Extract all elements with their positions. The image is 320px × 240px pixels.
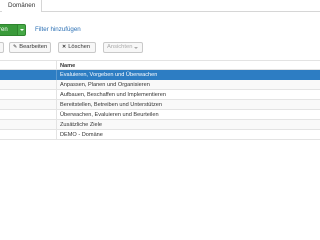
table-header: Name [0, 60, 320, 71]
x-icon: ✕ [62, 44, 67, 50]
chevron-down-icon [134, 47, 138, 49]
table-row[interactable]: Aufbauen, Beschaffen und Implementieren [0, 90, 320, 100]
row-name-cell: DEMO - Domäne [60, 132, 103, 138]
pencil-icon: ✎ [13, 44, 18, 50]
delete-button[interactable]: ✕ Löschen [58, 42, 96, 53]
column-divider [56, 90, 57, 100]
column-divider [56, 70, 57, 80]
edit-button-label: Bearbeiten [19, 44, 48, 50]
delete-button-label: Löschen [68, 44, 91, 50]
edit-button[interactable]: ✎ Bearbeiten [9, 42, 51, 53]
add-button[interactable]: ren [0, 24, 18, 36]
table-row[interactable]: Evaluieren, Vorgeben und Überwachen [0, 70, 320, 80]
add-dropdown-toggle[interactable] [17, 24, 26, 36]
views-dropdown-label: Ansichten [107, 44, 133, 50]
table-body: Evaluieren, Vorgeben und Überwachen Anpas… [0, 70, 320, 140]
table-row[interactable]: Überwachen, Evaluieren und Beurteilen [0, 110, 320, 120]
previous-button[interactable] [0, 42, 4, 53]
row-name-cell: Anpassen, Planen und Organisieren [60, 82, 150, 88]
tab-domaenen[interactable]: Domänen [2, 0, 43, 12]
row-name-cell: Aufbauen, Beschaffen und Implementieren [60, 92, 166, 98]
row-name-cell: Bereitstellen, Betreiben und Unterstütze… [60, 102, 162, 108]
views-dropdown[interactable]: Ansichten [103, 42, 143, 53]
column-divider [56, 100, 57, 110]
add-filter-link[interactable]: Filter hinzufügen [35, 24, 81, 36]
table-row[interactable]: Anpassen, Planen und Organisieren [0, 80, 320, 90]
table-row[interactable]: Bereitstellen, Betreiben und Unterstütze… [0, 100, 320, 110]
row-name-cell: Überwachen, Evaluieren und Beurteilen [60, 112, 159, 118]
action-toolbar: ✎ Bearbeiten ✕ Löschen Ansichten [0, 42, 320, 54]
tab-bar: Domänen [0, 0, 320, 12]
column-divider [56, 80, 57, 90]
domains-table: Name Evaluieren, Vorgeben und Überwachen… [0, 60, 320, 140]
column-divider [56, 120, 57, 130]
table-row[interactable]: DEMO - Domäne [0, 130, 320, 140]
row-name-cell: Evaluieren, Vorgeben und Überwachen [60, 72, 158, 78]
row-name-cell: Zusätzliche Ziele [60, 122, 102, 128]
primary-toolbar: ren Filter hinzufügen [0, 24, 320, 36]
column-divider [56, 110, 57, 120]
column-divider [56, 130, 57, 140]
table-row[interactable]: Zusätzliche Ziele [0, 120, 320, 130]
